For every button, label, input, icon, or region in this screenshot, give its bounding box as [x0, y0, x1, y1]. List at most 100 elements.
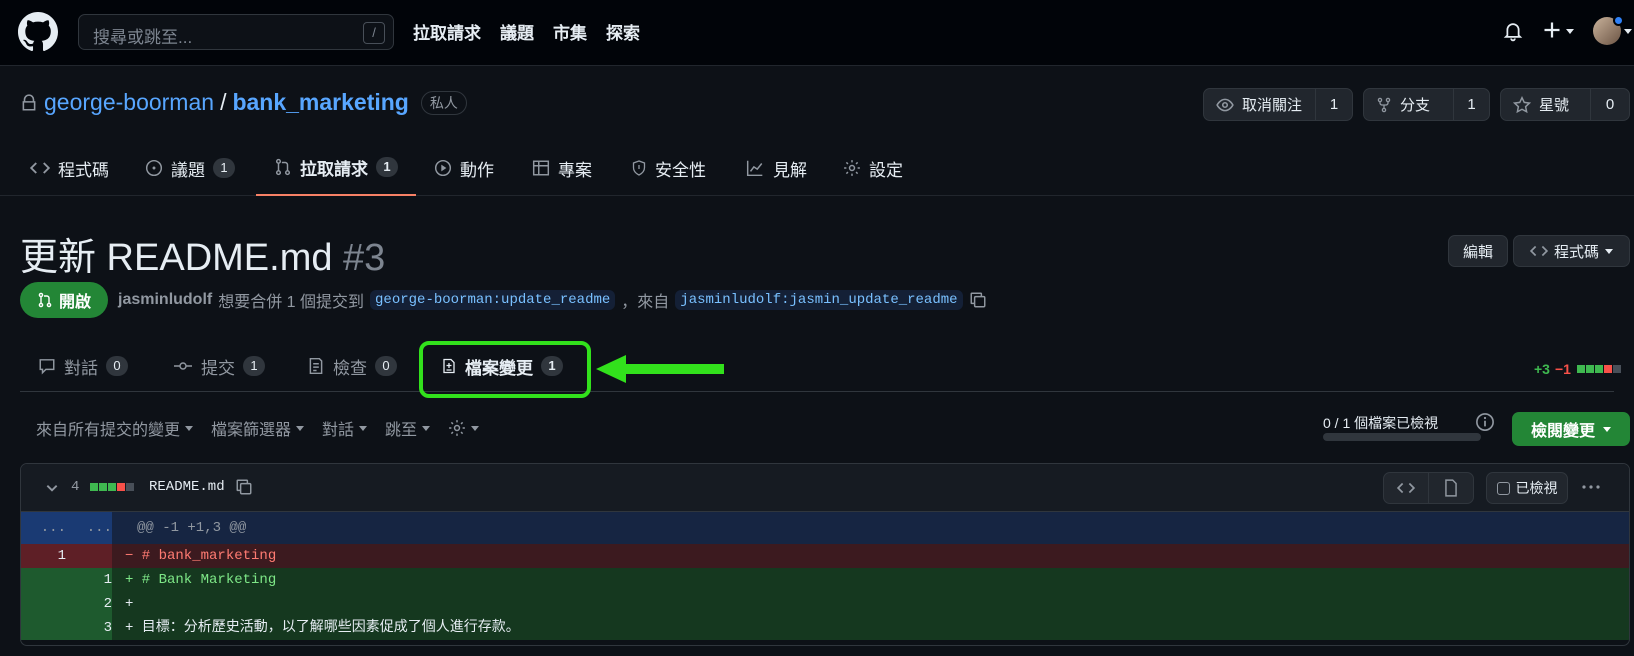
shield-icon — [631, 159, 647, 177]
global-nav-pull-requests[interactable]: 拉取請求 — [413, 19, 481, 44]
pr-state-label: 開啟 — [58, 294, 91, 311]
repo-title: george-boorman / bank_marketing 私人 — [20, 89, 467, 116]
pr-title: 更新 README.md #3 — [20, 226, 385, 281]
pr-author-link[interactable]: jasminludolf — [118, 291, 212, 309]
comment-icon — [38, 357, 56, 375]
global-nav: 拉取請求 議題 市集 探索 — [413, 19, 640, 44]
diff-toolbar: 來自所有提交的變更 檔案篩選器 對話 跳至 — [36, 416, 480, 440]
tab-label: 見解 — [773, 160, 807, 180]
watch-button[interactable]: 取消關注 1 — [1203, 88, 1353, 121]
gear-icon — [448, 419, 466, 437]
tab-projects[interactable]: 專案 — [532, 140, 592, 196]
viewed-label: 已檢視 — [1515, 480, 1558, 496]
edit-button[interactable]: 編輯 — [1448, 235, 1508, 267]
repo-owner-link[interactable]: george-boorman — [44, 89, 214, 116]
chevron-down-icon — [359, 425, 368, 431]
tab-insights[interactable]: 見解 — [745, 140, 807, 196]
base-branch[interactable]: george-boorman:update_readme — [370, 290, 616, 310]
watch-label: 取消關注 — [1242, 97, 1303, 114]
tab-checks[interactable]: 檢查 0 — [307, 340, 397, 392]
pr-tabs: 對話 0 提交 1 檢查 0 檔案變更 1 — [20, 340, 1614, 392]
tab-label: 專案 — [558, 160, 592, 180]
file-filter-dropdown[interactable]: 檔案篩選器 — [211, 416, 305, 440]
tab-actions[interactable]: 動作 — [434, 140, 494, 196]
checkbox-box — [1496, 481, 1510, 495]
file-icon — [1444, 479, 1458, 497]
info-icon[interactable] — [1475, 412, 1495, 432]
file-diffstat-bar — [89, 483, 134, 491]
file-diff: 4 README.md 已檢視 ... ... @@ -1 +1,3 @@ 1 — [20, 463, 1630, 646]
watch-count: 1 — [1329, 96, 1339, 113]
global-nav-issues[interactable]: 議題 — [500, 19, 534, 44]
diff-line-added: 3 + 目標：分析歷史活動，以了解哪些因素促成了個人進行存款。 — [21, 616, 1629, 640]
code-icon — [1529, 244, 1548, 258]
checklist-icon — [307, 357, 325, 375]
annotation-arrow-icon — [596, 354, 724, 384]
conversations-label: 對話 — [322, 422, 355, 439]
copy-icon[interactable] — [235, 478, 253, 496]
github-logo-icon[interactable] — [18, 12, 58, 52]
kebab-menu-icon[interactable] — [1581, 484, 1601, 490]
diff-line-added: 2 + — [21, 592, 1629, 616]
tab-count: 1 — [376, 157, 398, 177]
eye-icon — [1216, 98, 1234, 112]
tab-count: 0 — [375, 356, 397, 376]
repo-name-link[interactable]: bank_marketing — [232, 89, 408, 116]
new-line-number[interactable]: 1 — [67, 568, 112, 592]
view-source-button[interactable] — [1383, 472, 1429, 504]
new-line-number[interactable]: 2 — [67, 592, 112, 616]
star-icon — [1513, 95, 1531, 114]
tab-label: 提交 — [201, 358, 235, 378]
hunk-old-dots: ... — [40, 520, 66, 536]
collapse-chevron-icon[interactable] — [45, 481, 59, 495]
tab-count: 1 — [243, 356, 265, 376]
diff-line-added: 1 + # Bank Marketing — [21, 568, 1629, 592]
bell-icon[interactable] — [1503, 20, 1523, 42]
code-dropdown-label: 程式碼 — [1553, 243, 1599, 261]
tab-commits[interactable]: 提交 1 — [173, 340, 265, 392]
tab-label: 拉取請求 — [300, 159, 368, 179]
star-label: 星號 — [1539, 97, 1570, 114]
star-button[interactable]: 星號 0 — [1500, 88, 1630, 121]
fork-button[interactable]: 分支 1 — [1363, 88, 1490, 121]
commits-filter-dropdown[interactable]: 來自所有提交的變更 — [36, 416, 194, 440]
repo-separator: / — [220, 89, 227, 115]
global-nav-marketplace[interactable]: 市集 — [553, 19, 587, 44]
viewed-checkbox[interactable]: 已檢視 — [1486, 472, 1568, 504]
old-line-number[interactable]: 1 — [21, 544, 66, 568]
new-line-number[interactable]: 3 — [67, 616, 112, 640]
avatar-caret-icon[interactable] — [1624, 29, 1632, 34]
jump-to-dropdown[interactable]: 跳至 — [385, 416, 431, 440]
create-caret-icon[interactable] — [1566, 29, 1574, 34]
copy-icon[interactable] — [969, 291, 987, 309]
head-branch[interactable]: jasminludolf:jasmin_update_readme — [675, 290, 963, 310]
file-name[interactable]: README.md — [149, 479, 225, 495]
global-nav-explore[interactable]: 探索 — [606, 19, 640, 44]
diff-settings-dropdown[interactable] — [448, 416, 480, 440]
global-header: 搜尋或跳至... / 拉取請求 議題 市集 探索 — [0, 0, 1634, 66]
pr-state-badge: 開啟 — [20, 282, 108, 318]
diffstat: +3 −1 — [1534, 361, 1621, 377]
tab-issues[interactable]: 議題 1 — [145, 140, 235, 196]
pr-from-text: ，來自 — [621, 294, 670, 311]
tab-label: 對話 — [64, 358, 98, 378]
review-changes-button[interactable]: 檢閱變更 — [1512, 412, 1630, 446]
plus-icon[interactable] — [1542, 20, 1562, 40]
view-file-button[interactable] — [1428, 472, 1474, 504]
tab-code[interactable]: 程式碼 — [30, 140, 109, 196]
code-dropdown-button[interactable]: 程式碼 — [1513, 235, 1630, 267]
fork-count: 1 — [1467, 96, 1476, 113]
chevron-down-icon — [1605, 248, 1613, 254]
fork-icon — [1376, 96, 1392, 114]
tab-settings[interactable]: 設定 — [843, 140, 903, 196]
pr-title-text: 更新 README.md — [20, 237, 333, 279]
tab-pull-requests[interactable]: 拉取請求 1 — [256, 140, 416, 196]
tab-conversation[interactable]: 對話 0 — [38, 340, 128, 392]
tab-security[interactable]: 安全性 — [631, 140, 706, 196]
search-input[interactable]: 搜尋或跳至... / — [78, 14, 394, 50]
viewed-progress-bar — [1323, 433, 1481, 441]
deletions-count: −1 — [1554, 361, 1571, 377]
graph-icon — [745, 159, 765, 177]
conversations-dropdown[interactable]: 對話 — [322, 416, 368, 440]
line-code: + # Bank Marketing — [125, 572, 277, 588]
